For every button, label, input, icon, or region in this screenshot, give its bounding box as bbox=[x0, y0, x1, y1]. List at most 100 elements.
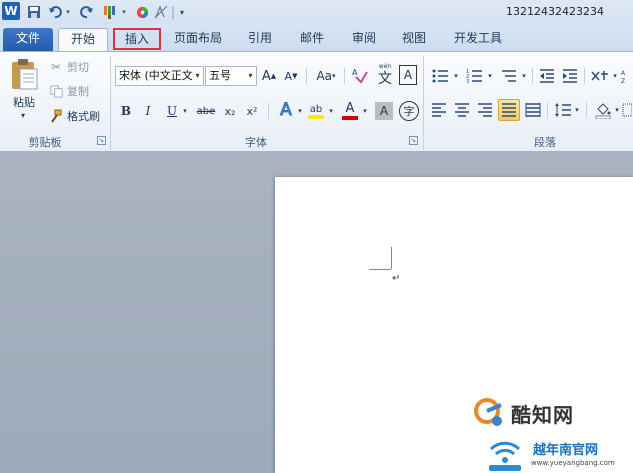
font-dialog-launcher-icon[interactable]: ↘ bbox=[409, 136, 418, 145]
word-app-icon[interactable]: W bbox=[2, 2, 20, 20]
undo-icon[interactable] bbox=[47, 3, 63, 21]
qat-dropdown-arrow-icon[interactable]: ▾ bbox=[120, 3, 128, 21]
copy-button[interactable]: 复制 bbox=[48, 82, 98, 100]
clipboard-dialog-launcher-icon[interactable]: ↘ bbox=[97, 136, 106, 145]
numbering-dropdown-icon[interactable]: ▾ bbox=[486, 66, 494, 86]
font-size-dropdown-icon[interactable]: ▾ bbox=[245, 67, 256, 85]
tab-file[interactable]: 文件 bbox=[3, 28, 53, 51]
paintbrush-icon bbox=[48, 109, 64, 123]
borders-icon[interactable] bbox=[621, 100, 633, 120]
font-inner-separator bbox=[306, 68, 307, 84]
font-inner-separator bbox=[268, 103, 269, 119]
tab-review[interactable]: 审阅 bbox=[342, 28, 386, 51]
paragraph-inner-separator bbox=[547, 102, 548, 118]
format-painter-qat-icon[interactable] bbox=[101, 3, 119, 21]
multilevel-list-icon[interactable] bbox=[498, 66, 520, 86]
increase-indent-icon[interactable] bbox=[560, 66, 580, 86]
highlight-color-swatch bbox=[308, 114, 324, 119]
italic-button[interactable]: I bbox=[140, 101, 156, 121]
chinese-layout-dropdown-icon[interactable]: ▾ bbox=[611, 66, 619, 86]
font-color-swatch bbox=[342, 116, 358, 120]
underline-button[interactable]: U bbox=[164, 101, 180, 121]
paragraph-inner-separator bbox=[532, 68, 533, 84]
phonetic-guide-button[interactable]: wén 文 bbox=[374, 63, 396, 87]
font-color-dropdown-icon[interactable]: ▾ bbox=[361, 101, 369, 121]
paste-icon[interactable] bbox=[6, 56, 42, 92]
numbering-icon[interactable]: 123 bbox=[464, 66, 486, 86]
paste-dropdown-arrow-icon[interactable]: ▾ bbox=[16, 110, 30, 120]
document-page[interactable]: ↵ 酷知网 越年南官网 www.yueyangbang.com bbox=[275, 177, 633, 473]
align-center-icon[interactable] bbox=[453, 100, 471, 120]
subscript-button[interactable]: x₂ bbox=[221, 101, 239, 121]
chinese-layout-icon[interactable] bbox=[589, 66, 611, 86]
font-name-combo[interactable]: 宋体 (中文正文 ▾ bbox=[115, 66, 204, 86]
tab-mailings[interactable]: 邮件 bbox=[290, 28, 334, 51]
character-shading-button[interactable]: A bbox=[375, 102, 393, 120]
shrink-font-button[interactable]: A ▼ bbox=[282, 66, 300, 86]
text-highlight-button[interactable]: ab bbox=[306, 99, 326, 123]
phonetic-wen-icon: wén bbox=[378, 63, 392, 70]
character-border-button[interactable]: A bbox=[399, 65, 417, 85]
window-title: 13212432423234 bbox=[506, 5, 604, 18]
paragraph-mark: ↵ bbox=[392, 273, 401, 284]
line-spacing-dropdown-icon[interactable]: ▾ bbox=[573, 100, 581, 120]
tab-insert[interactable]: 插入 bbox=[113, 28, 161, 50]
format-painter-button[interactable]: 格式刷 bbox=[48, 107, 104, 125]
quick-access-toolbar: W ▾ ▾ | ▾ 13212432423234 bbox=[0, 0, 633, 24]
paste-button[interactable]: 粘贴 bbox=[4, 94, 44, 110]
bold-button[interactable]: B bbox=[118, 101, 134, 121]
save-icon[interactable] bbox=[26, 3, 42, 21]
ribbon-tab-row: 文件 开始 插入 页面布局 引用 邮件 审阅 视图 开发工具 bbox=[0, 24, 633, 51]
tab-developer[interactable]: 开发工具 bbox=[446, 28, 510, 51]
line-spacing-icon[interactable] bbox=[553, 100, 573, 120]
watermark-wifi-icon bbox=[485, 435, 525, 473]
margin-corner-mark bbox=[369, 269, 391, 270]
bullets-icon[interactable] bbox=[430, 66, 452, 86]
cut-button[interactable]: ✂ 剪切 bbox=[48, 58, 98, 76]
svg-text:A: A bbox=[621, 70, 626, 77]
justify-icon[interactable] bbox=[498, 99, 520, 121]
bullets-dropdown-icon[interactable]: ▾ bbox=[452, 66, 460, 86]
shading-bucket-icon[interactable] bbox=[593, 99, 613, 121]
watermark-url: www.yueyangbang.com bbox=[531, 459, 615, 467]
strikethrough-button[interactable]: abe bbox=[194, 101, 218, 121]
watermark-subtitle: 越年南官网 bbox=[533, 443, 599, 458]
watermark-title: 酷知网 bbox=[511, 403, 574, 427]
svg-text:Z: Z bbox=[621, 78, 625, 84]
enclose-characters-button[interactable]: 字 bbox=[399, 101, 419, 121]
tab-page-layout[interactable]: 页面布局 bbox=[168, 28, 228, 51]
paragraph-group-label: 段落 bbox=[534, 136, 556, 149]
decrease-indent-icon[interactable] bbox=[537, 66, 557, 86]
tab-home[interactable]: 开始 bbox=[58, 28, 108, 51]
paragraph-inner-separator bbox=[586, 102, 587, 118]
tab-view[interactable]: 视图 bbox=[394, 28, 434, 51]
font-name-dropdown-icon[interactable]: ▾ bbox=[192, 67, 203, 85]
qat-separator: | bbox=[170, 5, 176, 19]
change-case-button[interactable]: Aa ▾ bbox=[312, 66, 340, 86]
superscript-button[interactable]: x² bbox=[243, 101, 261, 121]
no-format-icon[interactable] bbox=[153, 3, 169, 21]
tab-references[interactable]: 引用 bbox=[240, 28, 280, 51]
clear-formatting-icon[interactable]: A bbox=[350, 64, 370, 86]
underline-dropdown-icon[interactable]: ▾ bbox=[181, 101, 189, 121]
font-size-combo[interactable]: 五号 ▾ bbox=[205, 66, 257, 86]
ribbon-home: 粘贴 ▾ ✂ 剪切 复制 格式刷 剪贴板 ↘ 宋体 (中文正文 ▾ 五号 ▾ A… bbox=[0, 51, 633, 152]
redo-icon[interactable] bbox=[79, 3, 95, 21]
font-inner-separator bbox=[344, 68, 345, 84]
watermark-logo-icon bbox=[473, 397, 507, 431]
shading-dropdown-icon[interactable]: ▾ bbox=[613, 100, 621, 120]
customize-qat-arrow-icon[interactable]: ▾ bbox=[177, 3, 187, 21]
multilevel-dropdown-icon[interactable]: ▾ bbox=[520, 66, 528, 86]
distributed-icon[interactable] bbox=[524, 100, 542, 120]
grow-font-button[interactable]: A ▲ bbox=[260, 66, 278, 86]
align-left-icon[interactable] bbox=[430, 100, 448, 120]
font-color-button[interactable]: A bbox=[340, 99, 360, 123]
text-effects-button[interactable]: A bbox=[276, 99, 296, 121]
highlight-dropdown-icon[interactable]: ▾ bbox=[327, 101, 335, 121]
text-effects-dropdown-icon[interactable]: ▾ bbox=[296, 101, 304, 121]
scissors-icon: ✂ bbox=[50, 60, 62, 74]
color-wheel-icon[interactable] bbox=[134, 3, 150, 21]
align-right-icon[interactable] bbox=[476, 100, 494, 120]
sort-icon[interactable]: AZ bbox=[620, 66, 632, 86]
undo-dropdown-arrow-icon[interactable]: ▾ bbox=[64, 3, 72, 21]
